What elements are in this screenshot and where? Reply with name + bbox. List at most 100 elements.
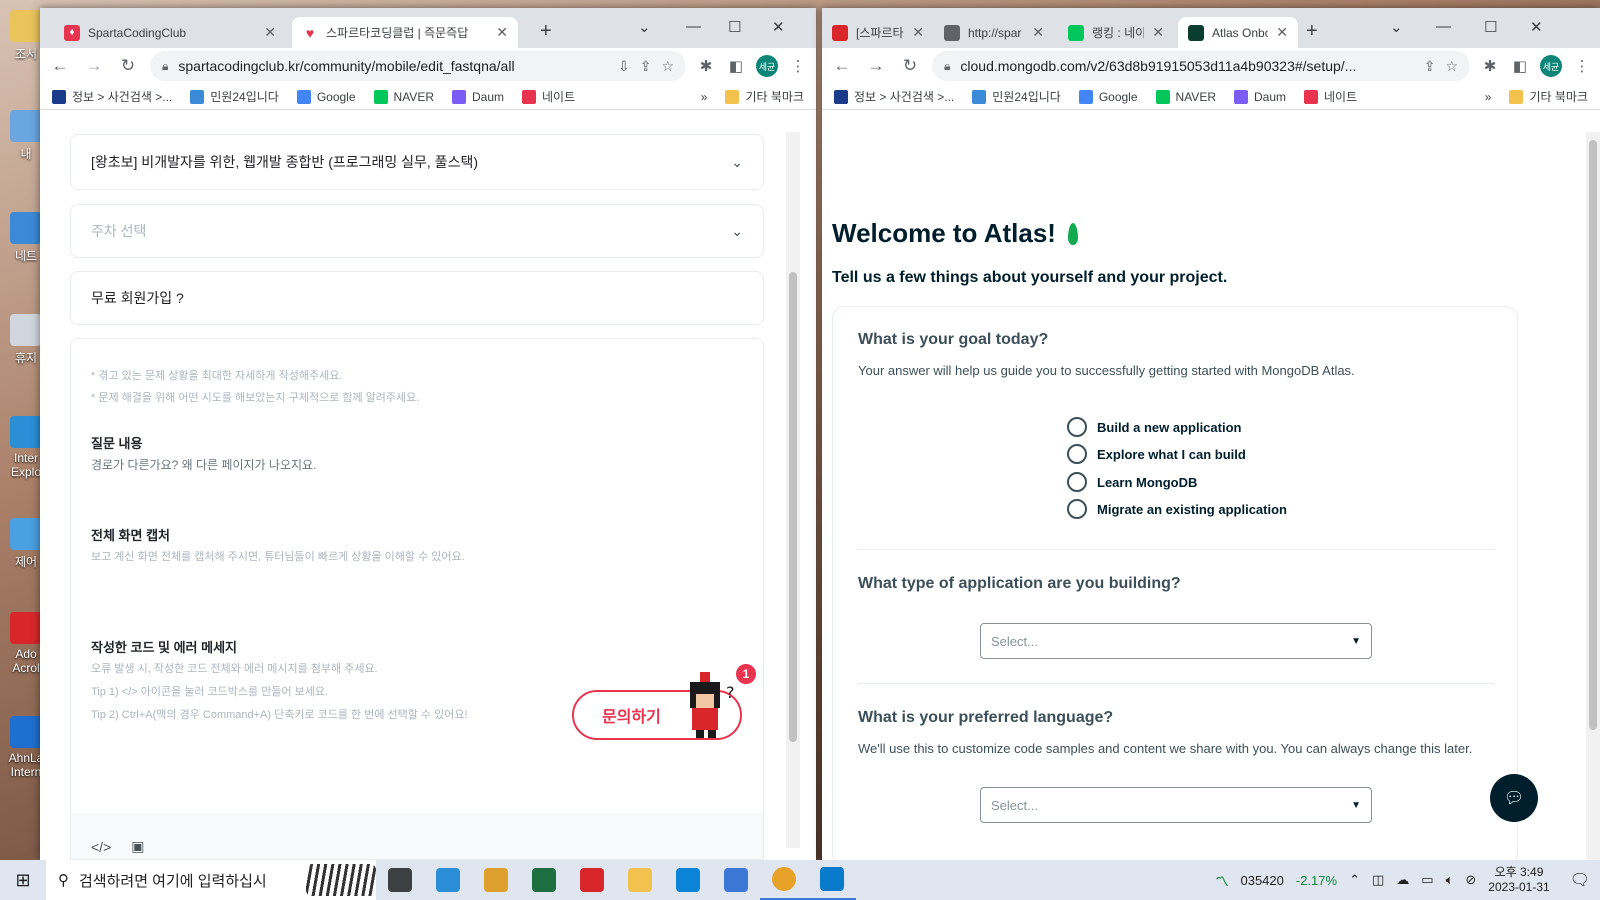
reload-button[interactable]: ↻ (116, 56, 140, 76)
scrollbar[interactable] (1586, 132, 1600, 860)
application-type-select[interactable]: Select... ▼ (980, 623, 1372, 659)
address-bar[interactable]: 🔒︎ spartacodingclub.kr/community/mobile/… (150, 51, 686, 81)
side-panel-icon[interactable]: ◧ (726, 57, 746, 75)
minimize-button[interactable]: — (1436, 18, 1451, 35)
vscode-taskbar-button[interactable] (808, 860, 856, 900)
bookmark-item[interactable]: Daum (451, 89, 504, 104)
browser-tab[interactable]: http://spar ✕ (934, 17, 1054, 48)
forward-button[interactable]: → (82, 56, 106, 76)
address-bar[interactable]: 🔒︎ cloud.mongodb.com/v2/63d8b91915053d11… (932, 51, 1470, 81)
browser-tab[interactable]: 랭킹 : 네이 ✕ (1058, 17, 1174, 48)
close-icon[interactable]: ✕ (912, 24, 924, 41)
network-icon[interactable]: ▭ (1421, 872, 1433, 888)
browser-tab[interactable]: Atlas Onbo ✕ (1178, 17, 1298, 48)
close-window-button[interactable]: ✕ (772, 18, 785, 36)
bookmark-item[interactable]: 정보 > 사건검색 >... (52, 88, 172, 105)
radio-icon[interactable] (1067, 472, 1087, 492)
task-view-taskbar-button[interactable] (376, 860, 424, 900)
goal-option-explore[interactable]: Explore what I can build (1067, 444, 1246, 464)
new-tab-button[interactable]: + (1306, 20, 1318, 43)
other-bookmarks-folder[interactable]: 기타 북마크 (725, 88, 804, 105)
close-icon[interactable]: ✕ (1152, 24, 1164, 41)
bookmark-item[interactable]: 네이트 (522, 88, 575, 105)
avatar[interactable]: 세균 (756, 55, 778, 77)
close-icon[interactable]: ✕ (1276, 24, 1288, 41)
week-select[interactable]: 주차 선택 ⌄ (70, 204, 764, 258)
stock-widget-icon[interactable]: 〽 (1215, 871, 1228, 890)
goal-option-learn[interactable]: Learn MongoDB (1067, 472, 1197, 492)
mascot-icon[interactable]: ? (682, 672, 734, 738)
chevron-down-icon[interactable]: ⌄ (1390, 18, 1403, 36)
bookmark-item[interactable]: Google (1078, 89, 1138, 104)
question-editor[interactable]: * 겪고 있는 문제 상황을 최대한 자세하게 작성해주세요. * 문제 해결을… (70, 338, 764, 860)
new-tab-button[interactable]: + (540, 20, 552, 43)
bookmark-item[interactable]: 네이트 (1304, 88, 1357, 105)
menu-icon[interactable]: ⋮ (788, 57, 808, 75)
minimize-button[interactable]: — (686, 18, 701, 35)
chevron-up-icon[interactable]: ⌃ (1349, 872, 1360, 888)
notifications-icon[interactable]: 🗨︎ (1570, 870, 1590, 890)
star-icon[interactable]: ☆ (661, 58, 674, 75)
close-icon[interactable]: ✕ (264, 24, 276, 41)
maximize-button[interactable]: ☐ (728, 18, 741, 36)
internet-explorer-taskbar-button[interactable] (424, 860, 472, 900)
radio-icon[interactable] (1067, 444, 1087, 464)
scrollbar[interactable] (786, 132, 800, 848)
close-icon[interactable]: ✕ (496, 24, 508, 41)
goal-option-migrate[interactable]: Migrate an existing application (1067, 499, 1287, 519)
paint-taskbar-button[interactable] (472, 860, 520, 900)
title-input[interactable]: 무료 회원가입 ? (70, 271, 764, 325)
bookmark-item[interactable]: 민원24입니다 (190, 88, 279, 105)
cloud-icon[interactable]: ☁ (1396, 872, 1409, 888)
browser-tab[interactable]: [스파르타코✕ (822, 17, 934, 48)
chat-button[interactable]: 💬︎ (1490, 774, 1538, 822)
image-icon[interactable]: ▣ (131, 838, 144, 855)
extensions-icon[interactable]: ✱ (696, 57, 716, 75)
radio-icon[interactable] (1067, 417, 1087, 437)
bookmark-item[interactable]: NAVER (1155, 89, 1216, 104)
share-icon[interactable]: ⇪ (1424, 58, 1436, 75)
bookmark-item[interactable]: NAVER (373, 89, 434, 104)
clock[interactable]: 오후 3:49 2023-01-31 (1488, 865, 1549, 895)
bookmarks-overflow-button[interactable]: » (1485, 90, 1492, 104)
close-window-button[interactable]: ✕ (1530, 18, 1543, 36)
forward-button[interactable]: → (864, 56, 888, 76)
maximize-button[interactable]: ☐ (1484, 18, 1497, 36)
star-icon[interactable]: ☆ (1445, 58, 1458, 75)
other-bookmarks-folder[interactable]: 기타 북마크 (1509, 88, 1588, 105)
menu-icon[interactable]: ⋮ (1572, 57, 1592, 75)
chrome-taskbar-button[interactable] (760, 860, 808, 900)
windows-start-icon[interactable]: ⊞ (0, 870, 46, 891)
app-red-taskbar-button[interactable] (568, 860, 616, 900)
share-icon[interactable]: ⇪ (640, 58, 652, 75)
bookmark-item[interactable]: Google (296, 89, 356, 104)
notepad-app-taskbar-button[interactable] (712, 860, 760, 900)
reload-button[interactable]: ↻ (898, 56, 922, 76)
tab-spartacodingclub[interactable]: ♦ SpartaCodingClub ✕ (54, 17, 286, 48)
tab-sparta-qna[interactable]: ♥ 스파르타코딩클럽 | 즉문즉답 ✕ (292, 17, 518, 48)
install-icon[interactable]: ⇩ (618, 58, 630, 75)
goal-option-build[interactable]: Build a new application (1067, 417, 1241, 437)
language-select[interactable]: Select... ▼ (980, 787, 1372, 823)
chevron-down-icon[interactable]: ⌄ (638, 18, 651, 36)
back-button[interactable]: ← (830, 56, 854, 76)
avatar[interactable]: 세균 (1540, 55, 1562, 77)
side-panel-icon[interactable]: ◧ (1510, 57, 1530, 75)
meeting-icon[interactable]: ◫ (1372, 872, 1384, 888)
bookmark-item[interactable]: Daum (1233, 89, 1286, 104)
back-button[interactable]: ← (48, 56, 72, 76)
edge-taskbar-button[interactable] (664, 860, 712, 900)
extensions-icon[interactable]: ✱ (1480, 57, 1500, 75)
radio-icon[interactable] (1067, 499, 1087, 519)
bookmark-item[interactable]: 정보 > 사건검색 >... (834, 88, 954, 105)
course-select[interactable]: [왕초보] 비개발자를 위한, 웹개발 종합반 (프로그래밍 실무, 풀스택) … (70, 134, 764, 190)
excel-taskbar-button[interactable] (520, 860, 568, 900)
file-explorer-taskbar-button[interactable] (616, 860, 664, 900)
taskbar-search[interactable]: ⚲ 검색하려면 여기에 입력하십시 (46, 860, 376, 900)
bookmark-item[interactable]: 민원24입니다 (972, 88, 1061, 105)
close-icon[interactable]: ✕ (1032, 24, 1044, 41)
bookmarks-overflow-button[interactable]: » (701, 90, 708, 104)
volume-icon[interactable]: 🔈︎ (1446, 872, 1454, 888)
code-block-icon[interactable]: </> (91, 839, 111, 855)
ime-icon[interactable]: ⊘ (1465, 872, 1476, 888)
